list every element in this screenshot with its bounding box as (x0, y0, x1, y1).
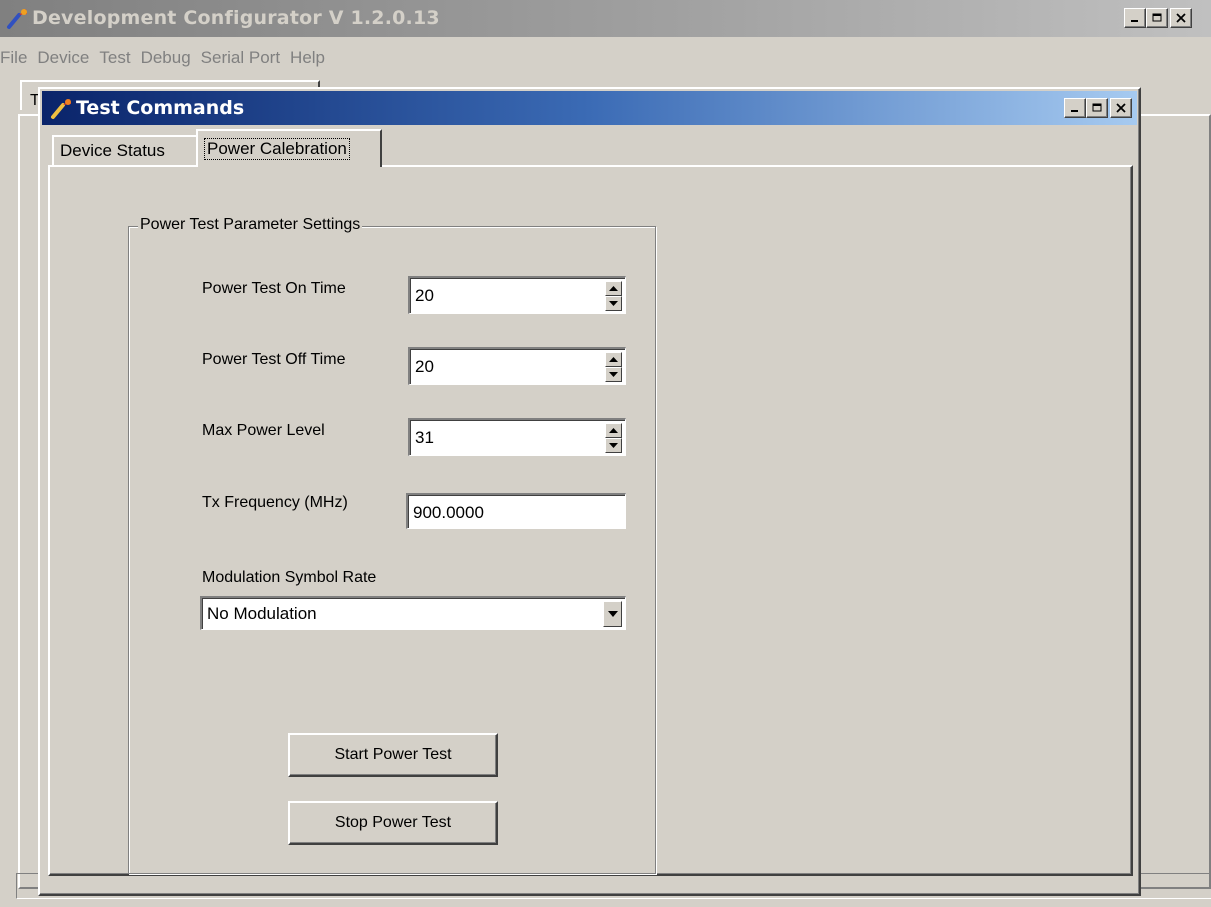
close-icon (1176, 13, 1186, 23)
app-icon (51, 99, 71, 119)
tx-frequency-value: 900.0000 (413, 503, 484, 522)
off-time-label: Power Test Off Time (202, 351, 346, 368)
tab-power-calebration-label: Power Calebration (204, 138, 350, 160)
child-minimize-button[interactable] (1064, 98, 1086, 118)
close-icon (1116, 103, 1126, 113)
on-time-spin-buttons (605, 281, 622, 311)
off-time-value: 20 (415, 357, 434, 376)
minimize-icon (1131, 20, 1138, 22)
spin-down-icon (609, 372, 618, 377)
tx-frequency-input[interactable]: 900.0000 (406, 493, 626, 529)
stop-power-test-label: Stop Power Test (334, 814, 452, 831)
minimize-icon (1071, 110, 1078, 112)
tab-power-calebration[interactable]: Power Calebration (196, 129, 382, 167)
max-power-spin-up[interactable] (605, 423, 622, 438)
off-time-spin-buttons (605, 352, 622, 382)
max-power-spin-buttons (605, 423, 622, 453)
menu-serial-port[interactable]: Serial Port (201, 48, 288, 74)
on-time-spin-up[interactable] (605, 281, 622, 296)
modulation-select[interactable]: No Modulation (200, 596, 626, 630)
menu-help[interactable]: Help (290, 48, 333, 74)
max-power-value: 31 (415, 428, 434, 447)
start-power-test-button[interactable]: Start Power Test (288, 733, 498, 777)
on-time-spinbox[interactable]: 20 (408, 276, 626, 314)
off-time-spinbox[interactable]: 20 (408, 347, 626, 385)
max-power-spin-down[interactable] (605, 438, 622, 453)
start-power-test-label: Start Power Test (334, 746, 452, 763)
main-minimize-button[interactable] (1124, 8, 1146, 28)
groupbox-title: Power Test Parameter Settings (138, 216, 363, 234)
tx-frequency-label: Tx Frequency (MHz) (202, 494, 348, 511)
modulation-dropdown-button[interactable] (603, 601, 622, 627)
menu-bar: File Device Test Debug Serial Port Help (0, 48, 335, 74)
test-commands-window: Test Commands Device Status Power Calebr… (38, 87, 1141, 896)
main-maximize-button[interactable] (1146, 8, 1168, 28)
app-icon (7, 9, 27, 29)
stop-power-test-button[interactable]: Stop Power Test (288, 801, 498, 845)
spin-down-icon (609, 301, 618, 306)
menu-debug[interactable]: Debug (141, 48, 199, 74)
maximize-icon (1152, 13, 1161, 22)
main-window-title: Development Configurator V 1.2.0.13 (32, 7, 440, 29)
child-close-button[interactable] (1110, 98, 1132, 118)
main-title-bar[interactable]: Development Configurator V 1.2.0.13 (0, 0, 1211, 37)
off-time-spin-up[interactable] (605, 352, 622, 367)
on-time-spin-down[interactable] (605, 296, 622, 311)
tab-device-status[interactable]: Device Status (52, 135, 198, 165)
spin-up-icon (609, 357, 618, 362)
spin-down-icon (609, 443, 618, 448)
on-time-value: 20 (415, 286, 434, 305)
dropdown-arrow-icon (607, 611, 618, 617)
menu-device[interactable]: Device (37, 48, 97, 74)
test-commands-title: Test Commands (76, 97, 245, 119)
max-power-spinbox[interactable]: 31 (408, 418, 626, 456)
spin-up-icon (609, 286, 618, 291)
test-commands-title-bar[interactable]: Test Commands (42, 91, 1137, 125)
on-time-label: Power Test On Time (202, 280, 346, 297)
off-time-spin-down[interactable] (605, 367, 622, 382)
max-power-label: Max Power Level (202, 422, 325, 439)
spin-up-icon (609, 428, 618, 433)
child-maximize-button[interactable] (1086, 98, 1108, 118)
maximize-icon (1092, 103, 1101, 112)
main-close-button[interactable] (1170, 8, 1192, 28)
modulation-label: Modulation Symbol Rate (202, 569, 377, 586)
tab-device-status-label: Device Status (60, 141, 165, 160)
menu-file[interactable]: File (0, 48, 35, 74)
menu-test[interactable]: Test (99, 48, 138, 74)
modulation-selected-value: No Modulation (207, 604, 317, 623)
